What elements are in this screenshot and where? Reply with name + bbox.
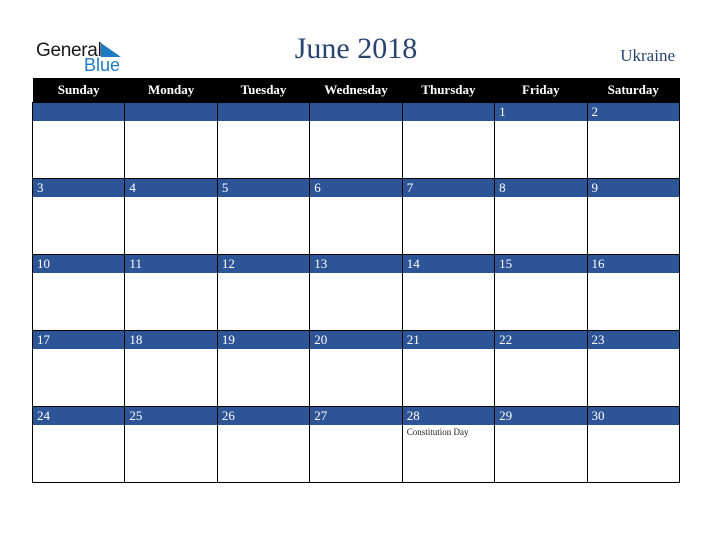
day-cell[interactable]: [216, 102, 311, 179]
calendar-grid: Sunday Monday Tuesday Wednesday Thursday Frid…: [31, 78, 681, 483]
day-number: 26: [217, 407, 310, 425]
day-cell[interactable]: 14: [401, 254, 496, 331]
day-cell[interactable]: [124, 102, 218, 179]
weekday-header-sunday: Sunday: [32, 78, 125, 103]
country-label: Ukraine: [620, 46, 675, 65]
day-cell[interactable]: 30: [586, 406, 681, 483]
day-cell[interactable]: 20: [309, 330, 403, 407]
day-number: 5: [217, 179, 310, 197]
day-cell[interactable]: 12: [216, 254, 311, 331]
day-number: [402, 103, 495, 121]
day-number: 12: [217, 255, 310, 273]
day-number: 11: [125, 255, 217, 273]
weekday-header-thursday: Thursday: [402, 78, 495, 103]
day-cell[interactable]: 27: [309, 406, 403, 483]
day-number: 27: [310, 407, 402, 425]
day-number: 20: [310, 331, 402, 349]
day-number: 16: [587, 255, 679, 273]
day-number: 4: [125, 179, 217, 197]
day-number: 21: [402, 331, 495, 349]
day-number: 25: [125, 407, 217, 425]
day-cell[interactable]: 7: [401, 178, 496, 255]
day-cell[interactable]: 10: [31, 254, 126, 331]
day-cell[interactable]: 24: [31, 406, 126, 483]
week-row: 3456789: [31, 178, 681, 255]
day-number: 6: [310, 179, 402, 197]
day-number: 28: [402, 407, 495, 425]
weekday-header-row: Sunday Monday Tuesday Wednesday Thursday Frid…: [32, 78, 680, 103]
day-cell[interactable]: 25: [124, 406, 218, 483]
day-cell[interactable]: 9: [586, 178, 681, 255]
day-number: 29: [495, 407, 587, 425]
day-cell[interactable]: 15: [494, 254, 588, 331]
calendar-title: June 2018: [294, 32, 418, 65]
weekday-header-friday: Friday: [494, 78, 588, 103]
day-cell[interactable]: 22: [494, 330, 588, 407]
day-cell[interactable]: 13: [309, 254, 403, 331]
day-number: 22: [495, 331, 587, 349]
day-number: 15: [495, 255, 587, 273]
day-number: 1: [495, 103, 587, 121]
day-cell[interactable]: 26: [216, 406, 311, 483]
day-cell[interactable]: 5: [216, 178, 311, 255]
day-cell[interactable]: 6: [309, 178, 403, 255]
day-number: 18: [125, 331, 217, 349]
week-row: 24 25 26 27 28 Constitution Day 29 30: [31, 406, 681, 483]
day-cell[interactable]: 18: [124, 330, 218, 407]
day-cell[interactable]: 17: [31, 330, 126, 407]
week-row: 10 11 12 13 14 15 16: [31, 254, 681, 331]
day-cell[interactable]: 29: [494, 406, 588, 483]
day-number: 9: [587, 179, 679, 197]
day-number: 8: [495, 179, 587, 197]
day-cell[interactable]: 28 Constitution Day: [401, 406, 496, 483]
day-number: 14: [402, 255, 495, 273]
day-cell[interactable]: 4: [124, 178, 218, 255]
day-cell[interactable]: 2: [586, 102, 681, 179]
day-number: 23: [587, 331, 679, 349]
weekday-header-wednesday: Wednesday: [309, 78, 403, 103]
day-number: 13: [310, 255, 402, 273]
day-cell[interactable]: 21: [401, 330, 496, 407]
day-number: 17: [33, 331, 125, 349]
day-cell[interactable]: 3: [31, 178, 126, 255]
day-cell[interactable]: 19: [216, 330, 311, 407]
day-cell[interactable]: 23: [586, 330, 681, 407]
weekday-header-tuesday: Tuesday: [217, 78, 310, 103]
day-number: 3: [33, 179, 125, 197]
day-number: 30: [587, 407, 679, 425]
day-cell[interactable]: [31, 102, 126, 179]
day-number: [217, 103, 310, 121]
day-cell[interactable]: [401, 102, 496, 179]
day-number: 2: [587, 103, 679, 121]
holiday-label: Constitution Day: [406, 427, 469, 437]
day-cell[interactable]: 11: [124, 254, 218, 331]
weekday-header-monday: Monday: [124, 78, 218, 103]
day-number: 10: [33, 255, 125, 273]
day-number: 19: [217, 331, 310, 349]
day-number: [310, 103, 402, 121]
week-row: 12: [31, 102, 681, 179]
day-number: 7: [402, 179, 495, 197]
day-number: [33, 103, 125, 121]
weekday-header-saturday: Saturday: [587, 78, 680, 103]
day-cell[interactable]: [309, 102, 403, 179]
day-cell[interactable]: 8: [494, 178, 588, 255]
week-row: 17 18 19 20 21 22 23: [31, 330, 681, 407]
day-cell[interactable]: 16: [586, 254, 681, 331]
day-number: 24: [33, 407, 125, 425]
day-number: [125, 103, 217, 121]
day-cell[interactable]: 1: [494, 102, 588, 179]
